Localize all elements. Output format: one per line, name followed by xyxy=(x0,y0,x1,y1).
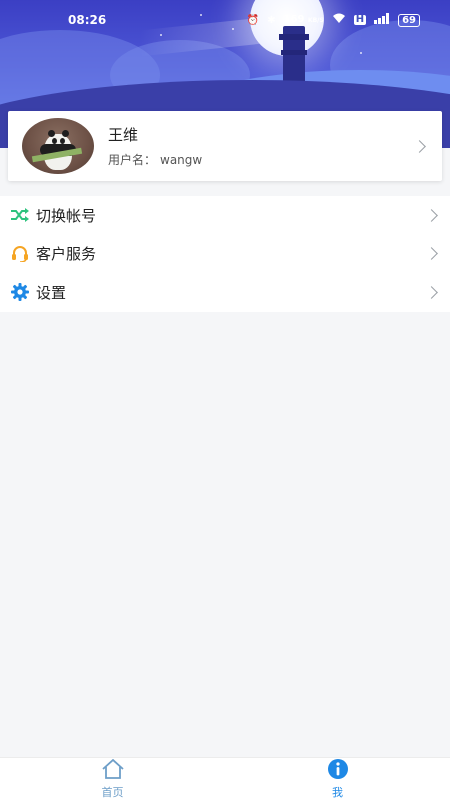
username-label: 用户名： xyxy=(108,153,157,167)
chevron-right-icon xyxy=(425,247,438,261)
switch-account-icon xyxy=(10,205,30,225)
username-value: wangw xyxy=(160,153,203,167)
avatar[interactable] xyxy=(22,118,94,174)
home-icon xyxy=(101,758,125,783)
tab-home-label: 首页 xyxy=(101,785,124,799)
chevron-right-icon xyxy=(425,208,438,222)
chevron-right-icon xyxy=(413,139,426,153)
hd-icon: H xyxy=(353,14,367,25)
info-icon xyxy=(327,758,349,783)
wifi-icon xyxy=(332,13,346,27)
gear-icon xyxy=(10,282,30,302)
alarm-icon: ⏰ xyxy=(246,14,260,26)
profile-username-row: 用户名： wangw xyxy=(108,151,415,168)
status-bar: 08:26 ⏰ ✱ 169 KB/S H 69 xyxy=(0,0,450,40)
menu-item-customer-service[interactable]: 客户服务 xyxy=(0,235,450,274)
profile-name: 王维 xyxy=(108,126,139,144)
menu-item-label: 设置 xyxy=(36,283,67,302)
bluetooth-icon: ✱ xyxy=(267,14,276,26)
status-time: 08:26 xyxy=(68,13,107,27)
menu-item-switch-account[interactable]: 切换帐号 xyxy=(0,196,450,235)
headset-icon xyxy=(10,244,30,264)
network-speed: 169 KB/S xyxy=(283,13,324,25)
profile-card[interactable]: 王维 用户名： wangw xyxy=(8,111,442,181)
menu-item-label: 切换帐号 xyxy=(36,206,97,225)
battery-icon: 69 xyxy=(398,13,420,27)
tab-me-label: 我 xyxy=(332,785,343,799)
chevron-right-icon xyxy=(425,285,438,299)
signal-icon xyxy=(374,13,390,27)
menu-item-label: 客户服务 xyxy=(36,245,97,264)
tab-me[interactable]: 我 xyxy=(225,758,450,800)
bottom-tab-bar: 首页 我 xyxy=(0,757,450,800)
tab-home[interactable]: 首页 xyxy=(0,758,225,800)
settings-menu: 切换帐号 客户服务 设置 xyxy=(0,196,450,312)
menu-item-settings[interactable]: 设置 xyxy=(0,273,450,312)
